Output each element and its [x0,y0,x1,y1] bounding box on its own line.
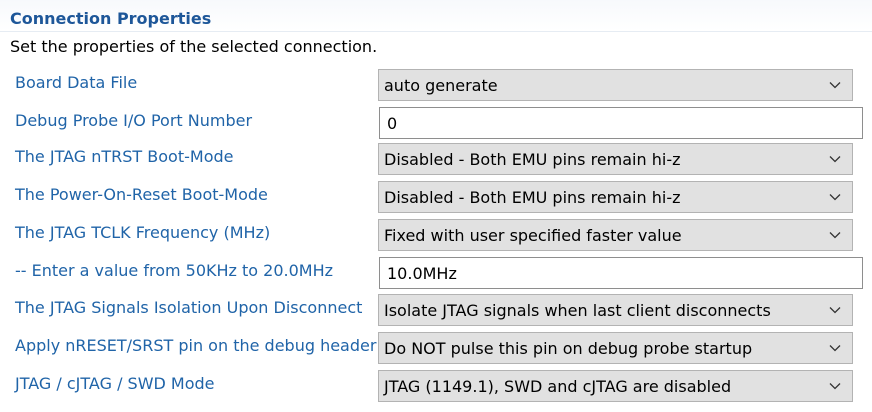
property-label: Debug Probe I/O Port Number [15,111,253,130]
debug-probe-port-input[interactable]: 0 [379,107,863,139]
property-label: -- Enter a value from 50KHz to 20.0MHz [15,261,334,280]
tclk-frequency-select[interactable]: Fixed with user specified faster value [378,219,853,251]
property-label: The JTAG Signals Isolation Upon Disconne… [15,298,363,317]
chevron-down-icon [829,345,841,352]
property-row-nreset-srst: Apply nRESET/SRST pin on the debug heade… [0,332,872,366]
property-row-jtag-mode: JTAG / cJTAG / SWD Mode JTAG (1149.1), S… [0,370,872,404]
power-on-reset-boot-mode-select[interactable]: Disabled - Both EMU pins remain hi-z [378,181,853,213]
signals-isolation-select[interactable]: Isolate JTAG signals when last client di… [378,294,853,326]
property-row-signals-isolation: The JTAG Signals Isolation Upon Disconne… [0,294,872,328]
section-title: Connection Properties [10,9,212,28]
property-row-ntrst-boot-mode: The JTAG nTRST Boot-Mode Disabled - Both… [0,143,872,177]
property-label: The JTAG nTRST Boot-Mode [15,147,234,166]
select-value: Isolate JTAG signals when last client di… [384,301,771,320]
board-data-file-select[interactable]: auto generate [378,69,853,101]
select-value: Disabled - Both EMU pins remain hi-z [384,150,681,169]
select-value: auto generate [384,76,498,95]
property-label: Board Data File [15,73,138,92]
input-value: 10.0MHz [387,264,457,283]
property-row-debug-probe-port: Debug Probe I/O Port Number 0 [0,107,872,141]
nreset-srst-select[interactable]: Do NOT pulse this pin on debug probe sta… [378,332,853,364]
select-value: Do NOT pulse this pin on debug probe sta… [384,339,753,358]
select-value: JTAG (1149.1), SWD and cJTAG are disable… [384,377,732,396]
property-row-tclk-value: -- Enter a value from 50KHz to 20.0MHz 1… [0,257,872,291]
connection-properties-panel: Connection Properties Set the properties… [0,0,872,412]
select-value: Fixed with user specified faster value [384,226,682,245]
tclk-value-input[interactable]: 10.0MHz [379,257,863,289]
select-value: Disabled - Both EMU pins remain hi-z [384,188,681,207]
property-row-power-on-reset-boot-mode: The Power-On-Reset Boot-Mode Disabled - … [0,181,872,215]
jtag-mode-select[interactable]: JTAG (1149.1), SWD and cJTAG are disable… [378,370,853,402]
property-row-board-data-file: Board Data File auto generate [0,69,872,103]
property-label: The Power-On-Reset Boot-Mode [15,185,268,204]
section-description: Set the properties of the selected conne… [10,37,378,56]
input-value: 0 [387,114,398,133]
chevron-down-icon [829,194,841,201]
chevron-down-icon [829,307,841,314]
property-label: The JTAG TCLK Frequency (MHz) [15,223,271,242]
chevron-down-icon [829,156,841,163]
chevron-down-icon [829,383,841,390]
property-label: Apply nRESET/SRST pin on the debug heade… [15,336,377,355]
chevron-down-icon [829,232,841,239]
property-label: JTAG / cJTAG / SWD Mode [15,374,215,393]
property-row-tclk-frequency: The JTAG TCLK Frequency (MHz) Fixed with… [0,219,872,253]
section-header: Connection Properties [0,0,872,32]
chevron-down-icon [829,82,841,89]
ntrst-boot-mode-select[interactable]: Disabled - Both EMU pins remain hi-z [378,143,853,175]
